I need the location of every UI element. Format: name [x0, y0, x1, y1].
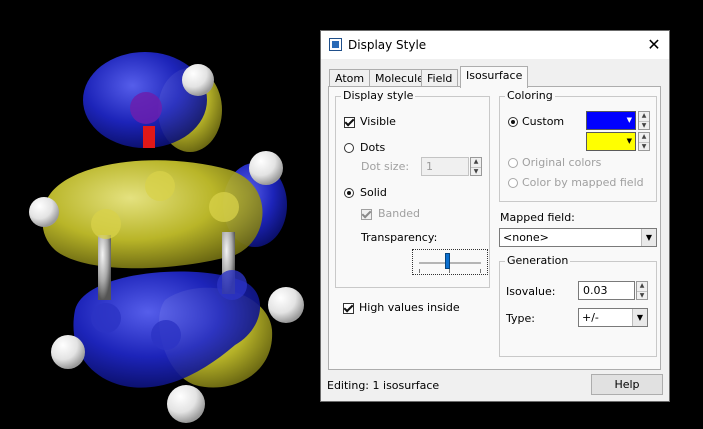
spin-up-icon[interactable]: ▲	[639, 133, 649, 142]
carbon-atom	[217, 270, 247, 300]
type-dropdown[interactable]: +/- ▼	[578, 308, 648, 327]
mapped-field-value: <none>	[503, 231, 549, 244]
spin-up-icon[interactable]: ▲	[637, 282, 647, 291]
dialog-title: Display Style	[348, 38, 427, 52]
high-values-inside-checkbox[interactable]	[343, 302, 354, 314]
help-button[interactable]: Help	[591, 374, 663, 395]
carbon-atom	[151, 320, 181, 350]
transparency-label: Transparency:	[361, 231, 438, 244]
mapped-field-label: Mapped field:	[500, 211, 575, 224]
spin-down-icon[interactable]: ▼	[471, 166, 481, 177]
type-label: Type:	[506, 312, 535, 325]
spin-down-icon[interactable]: ▼	[639, 141, 649, 152]
mapped-field-dropdown[interactable]: <none> ▼	[499, 228, 657, 247]
chevron-down-icon[interactable]: ▼	[632, 309, 647, 326]
carbon-atom	[145, 171, 175, 201]
tab-field[interactable]: Field	[421, 69, 459, 86]
color1-swatch[interactable]: ▼	[586, 111, 636, 130]
hydrogen-atom	[51, 335, 85, 369]
hydrogen-atom	[29, 197, 59, 227]
oxygen-bond	[143, 126, 155, 148]
solid-radio[interactable]	[344, 188, 354, 198]
banded-checkbox[interactable]	[361, 208, 372, 220]
display-style-app-icon	[329, 38, 342, 51]
color-by-mapped-field-label: Color by mapped field	[522, 176, 644, 189]
isovalue-input[interactable]: 0.03	[578, 281, 635, 300]
color-by-mapped-field-radio[interactable]	[508, 178, 518, 188]
hydrogen-atom	[249, 151, 283, 185]
carbon-atom	[209, 192, 239, 222]
slider-tick	[419, 269, 420, 273]
title-bar[interactable]: Display Style ✕	[321, 31, 669, 59]
hydrogen-atom	[167, 385, 205, 423]
original-colors-label: Original colors	[522, 156, 602, 169]
status-text: Editing: 1 isosurface	[327, 379, 440, 392]
high-values-inside-label: High values inside	[359, 301, 460, 314]
chevron-down-icon: ▼	[626, 137, 632, 145]
hydrogen-atom	[182, 64, 214, 96]
dots-radio[interactable]	[344, 143, 354, 153]
color1-spinner[interactable]: ▲ ▼	[638, 111, 650, 130]
transparency-slider[interactable]	[412, 249, 488, 275]
coloring-group-title: Coloring	[505, 89, 555, 102]
display-style-dialog: Display Style ✕ Atom Molecule Field Isos…	[320, 30, 670, 402]
dot-size-input[interactable]: 1	[421, 157, 469, 176]
spin-up-icon[interactable]: ▲	[471, 158, 481, 167]
isovalue-spinner[interactable]: ▲ ▼	[636, 281, 648, 300]
slider-tick	[480, 269, 481, 273]
molecule-viewport[interactable]	[0, 0, 320, 429]
carbon-atom	[91, 209, 121, 239]
carbon-atom	[91, 303, 121, 333]
hydrogen-atom	[268, 287, 304, 323]
dot-size-spinner[interactable]: ▲ ▼	[470, 157, 482, 176]
type-value: +/-	[582, 311, 599, 324]
oxygen-atom	[130, 92, 162, 124]
isosurface-tab-panel: Display style Visible Dots Dot size: 1 ▲…	[328, 86, 661, 370]
display-style-group-title: Display style	[341, 89, 416, 102]
original-colors-radio[interactable]	[508, 158, 518, 168]
spin-down-icon[interactable]: ▼	[637, 290, 647, 301]
chevron-down-icon: ▼	[626, 116, 632, 124]
carbon-carbon-bond-left	[98, 235, 111, 300]
slider-tick	[449, 269, 450, 273]
color2-spinner[interactable]: ▲ ▼	[638, 132, 650, 151]
dots-label: Dots	[360, 141, 386, 154]
generation-group-title: Generation	[505, 254, 571, 267]
dot-size-label: Dot size:	[361, 160, 410, 173]
chevron-down-icon[interactable]: ▼	[641, 229, 656, 246]
solid-label: Solid	[360, 186, 387, 199]
coloring-group: Coloring Custom ▼ ▲ ▼ ▼ ▲ ▼ Original color…	[499, 89, 657, 202]
tab-atom[interactable]: Atom	[329, 69, 371, 86]
slider-track	[419, 262, 481, 264]
visible-checkbox[interactable]	[344, 116, 355, 128]
spin-down-icon[interactable]: ▼	[639, 120, 649, 131]
visible-label: Visible	[360, 115, 396, 128]
color2-swatch[interactable]: ▼	[586, 132, 636, 151]
generation-group: Generation Isovalue: 0.03 ▲ ▼ Type: +/- ▼	[499, 254, 657, 357]
custom-radio[interactable]	[508, 117, 518, 127]
tab-isosurface[interactable]: Isosurface	[460, 66, 529, 88]
spin-up-icon[interactable]: ▲	[639, 112, 649, 121]
banded-label: Banded	[378, 207, 420, 220]
transparency-slider-thumb[interactable]	[444, 253, 450, 269]
isovalue-label: Isovalue:	[506, 285, 556, 298]
custom-label: Custom	[522, 115, 565, 128]
close-icon[interactable]: ✕	[643, 34, 665, 56]
display-style-group: Display style Visible Dots Dot size: 1 ▲…	[335, 89, 490, 288]
